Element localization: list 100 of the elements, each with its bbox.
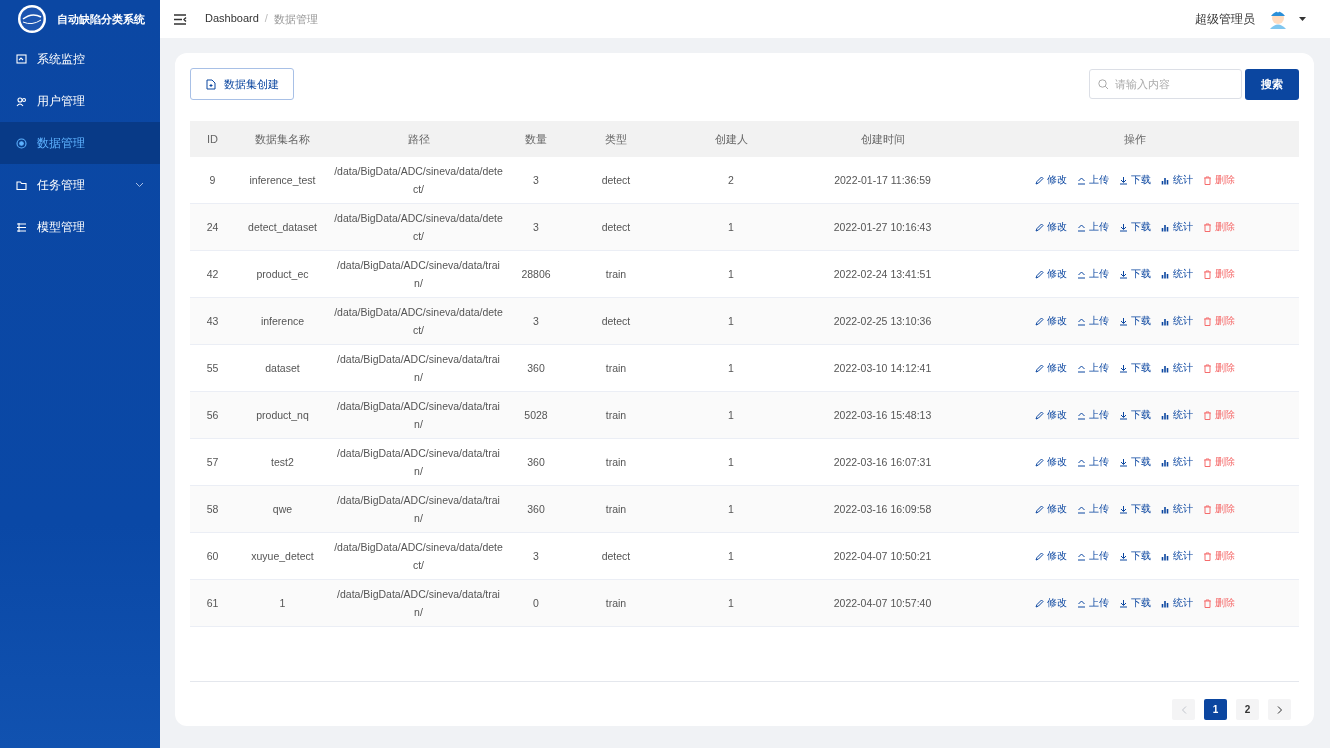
table-cell: xuyue_detect xyxy=(251,550,314,562)
table-cell: detect xyxy=(601,315,631,327)
download-icon xyxy=(1118,316,1128,326)
sidebar-item[interactable]: 任务管理 xyxy=(0,164,160,206)
upload-link[interactable]: 上传 xyxy=(1076,361,1109,375)
upload-link[interactable]: 上传 xyxy=(1076,408,1109,422)
stats-link[interactable]: 统计 xyxy=(1160,173,1193,187)
table-cell-text: /data/BigData/ADC/sineva/data/detect/ xyxy=(333,305,504,338)
download-link[interactable]: 下载 xyxy=(1118,502,1151,516)
download-icon xyxy=(1118,222,1128,232)
table-cell: 2 xyxy=(728,174,734,186)
caret-icon[interactable] xyxy=(1299,16,1306,22)
column-header: 类型 xyxy=(605,133,627,145)
edit-link[interactable]: 修改 xyxy=(1034,502,1067,516)
edit-link[interactable]: 修改 xyxy=(1034,408,1067,422)
table-cell-text: /data/BigData/ADC/sineva/data/train/ xyxy=(336,399,501,432)
download-link[interactable]: 下载 xyxy=(1118,314,1151,328)
sidebar-item[interactable]: 系统监控 xyxy=(0,38,160,80)
table-cell: detect xyxy=(601,221,631,233)
table-cell: 3 xyxy=(533,550,539,562)
table-cell: 0 xyxy=(533,597,539,609)
table-cell-text: /data/BigData/ADC/sineva/data/train/ xyxy=(336,446,501,479)
edit-link[interactable]: 修改 xyxy=(1034,596,1067,610)
table-cell-text: /data/BigData/ADC/sineva/data/train/ xyxy=(336,493,501,526)
stats-link[interactable]: 统计 xyxy=(1160,361,1193,375)
edit-link[interactable]: 修改 xyxy=(1034,549,1067,563)
table-cell: train xyxy=(605,268,627,280)
table-cell: dataset xyxy=(265,362,300,374)
upload-link[interactable]: 上传 xyxy=(1076,596,1109,610)
download-icon xyxy=(1118,457,1128,467)
table-cell: 360 xyxy=(527,362,545,374)
stats-link[interactable]: 统计 xyxy=(1160,267,1193,281)
download-link[interactable]: 下载 xyxy=(1118,596,1151,610)
stats-link[interactable]: 统计 xyxy=(1160,455,1193,469)
download-link[interactable]: 下载 xyxy=(1118,408,1151,422)
download-icon xyxy=(1118,551,1128,561)
upload-link[interactable]: 上传 xyxy=(1076,220,1109,234)
next-page-button[interactable] xyxy=(1268,699,1291,720)
breadcrumb-item[interactable]: Dashboard xyxy=(205,11,259,27)
stats-link[interactable]: 统计 xyxy=(1160,408,1193,422)
edit-link[interactable]: 修改 xyxy=(1034,173,1067,187)
download-icon xyxy=(1118,504,1128,514)
edit-link[interactable]: 修改 xyxy=(1034,455,1067,469)
stats-link[interactable]: 统计 xyxy=(1160,502,1193,516)
sidebar-item[interactable]: 用户管理 xyxy=(0,80,160,122)
download-link[interactable]: 下载 xyxy=(1118,220,1151,234)
download-icon xyxy=(1118,175,1128,185)
edit-link[interactable]: 修改 xyxy=(1034,220,1067,234)
table-cell: 360 xyxy=(527,456,545,468)
table-cell: 1 xyxy=(728,597,734,609)
page-button[interactable]: 2 xyxy=(1236,699,1259,720)
app-title: 自动缺陷分类系统 xyxy=(57,11,145,27)
table-cell: 2022-02-25 13:10:36 xyxy=(833,315,932,327)
edit-link[interactable]: 修改 xyxy=(1034,361,1067,375)
bar-chart-icon xyxy=(1160,269,1170,279)
column-header: 创建人 xyxy=(714,133,748,145)
download-link[interactable]: 下载 xyxy=(1118,549,1151,563)
search-button[interactable]: 搜索 xyxy=(1245,68,1299,100)
download-icon xyxy=(1118,598,1128,608)
trash-icon xyxy=(1202,504,1212,514)
search-field[interactable]: 请输入内容 xyxy=(1089,69,1242,99)
table-cell: 55 xyxy=(206,362,219,374)
create-dataset-button[interactable]: 数据集创建 xyxy=(190,68,294,100)
table-cell-text: /data/BigData/ADC/sineva/data/train/ xyxy=(336,352,501,385)
download-link[interactable]: 下载 xyxy=(1118,173,1151,187)
bar-chart-icon xyxy=(1160,598,1170,608)
menu-icon[interactable] xyxy=(174,13,187,25)
table-cell: 1 xyxy=(728,550,734,562)
table-cell: 57 xyxy=(206,456,219,468)
breadcrumb-separator: / xyxy=(264,11,268,26)
table-cell: 1 xyxy=(728,456,734,468)
table-cell: 2022-04-07 10:50:21 xyxy=(833,550,932,562)
upload-link[interactable]: 上传 xyxy=(1076,502,1109,516)
user-name[interactable]: 超级管理员 xyxy=(1195,10,1255,28)
sidebar-item[interactable]: 数据管理 xyxy=(0,122,160,164)
download-link[interactable]: 下载 xyxy=(1118,455,1151,469)
edit-link[interactable]: 修改 xyxy=(1034,314,1067,328)
upload-link[interactable]: 上传 xyxy=(1076,173,1109,187)
table-cell: train xyxy=(605,456,627,468)
table-cell: 360 xyxy=(527,503,545,515)
upload-link[interactable]: 上传 xyxy=(1076,455,1109,469)
edit-link[interactable]: 修改 xyxy=(1034,267,1067,281)
stats-link[interactable]: 统计 xyxy=(1160,549,1193,563)
column-header: 路径 xyxy=(406,132,431,147)
download-link[interactable]: 下载 xyxy=(1118,267,1151,281)
upload-link[interactable]: 上传 xyxy=(1076,314,1109,328)
upload-link[interactable]: 上传 xyxy=(1076,549,1109,563)
stats-link[interactable]: 统计 xyxy=(1160,596,1193,610)
breadcrumb-item: 数据管理 xyxy=(273,11,318,27)
table-cell: 2022-03-16 15:48:13 xyxy=(833,409,932,421)
table-cell: inference_test xyxy=(249,174,316,186)
table-cell-text: /data/BigData/ADC/sineva/data/train/ xyxy=(336,258,501,291)
sidebar-item[interactable]: 模型管理 xyxy=(0,206,160,248)
table-cell: train xyxy=(605,362,627,374)
stats-link[interactable]: 统计 xyxy=(1160,314,1193,328)
download-link[interactable]: 下载 xyxy=(1118,361,1151,375)
users-icon xyxy=(16,95,27,107)
page-button[interactable]: 1 xyxy=(1204,699,1227,720)
stats-link[interactable]: 统计 xyxy=(1160,220,1193,234)
upload-link[interactable]: 上传 xyxy=(1076,267,1109,281)
